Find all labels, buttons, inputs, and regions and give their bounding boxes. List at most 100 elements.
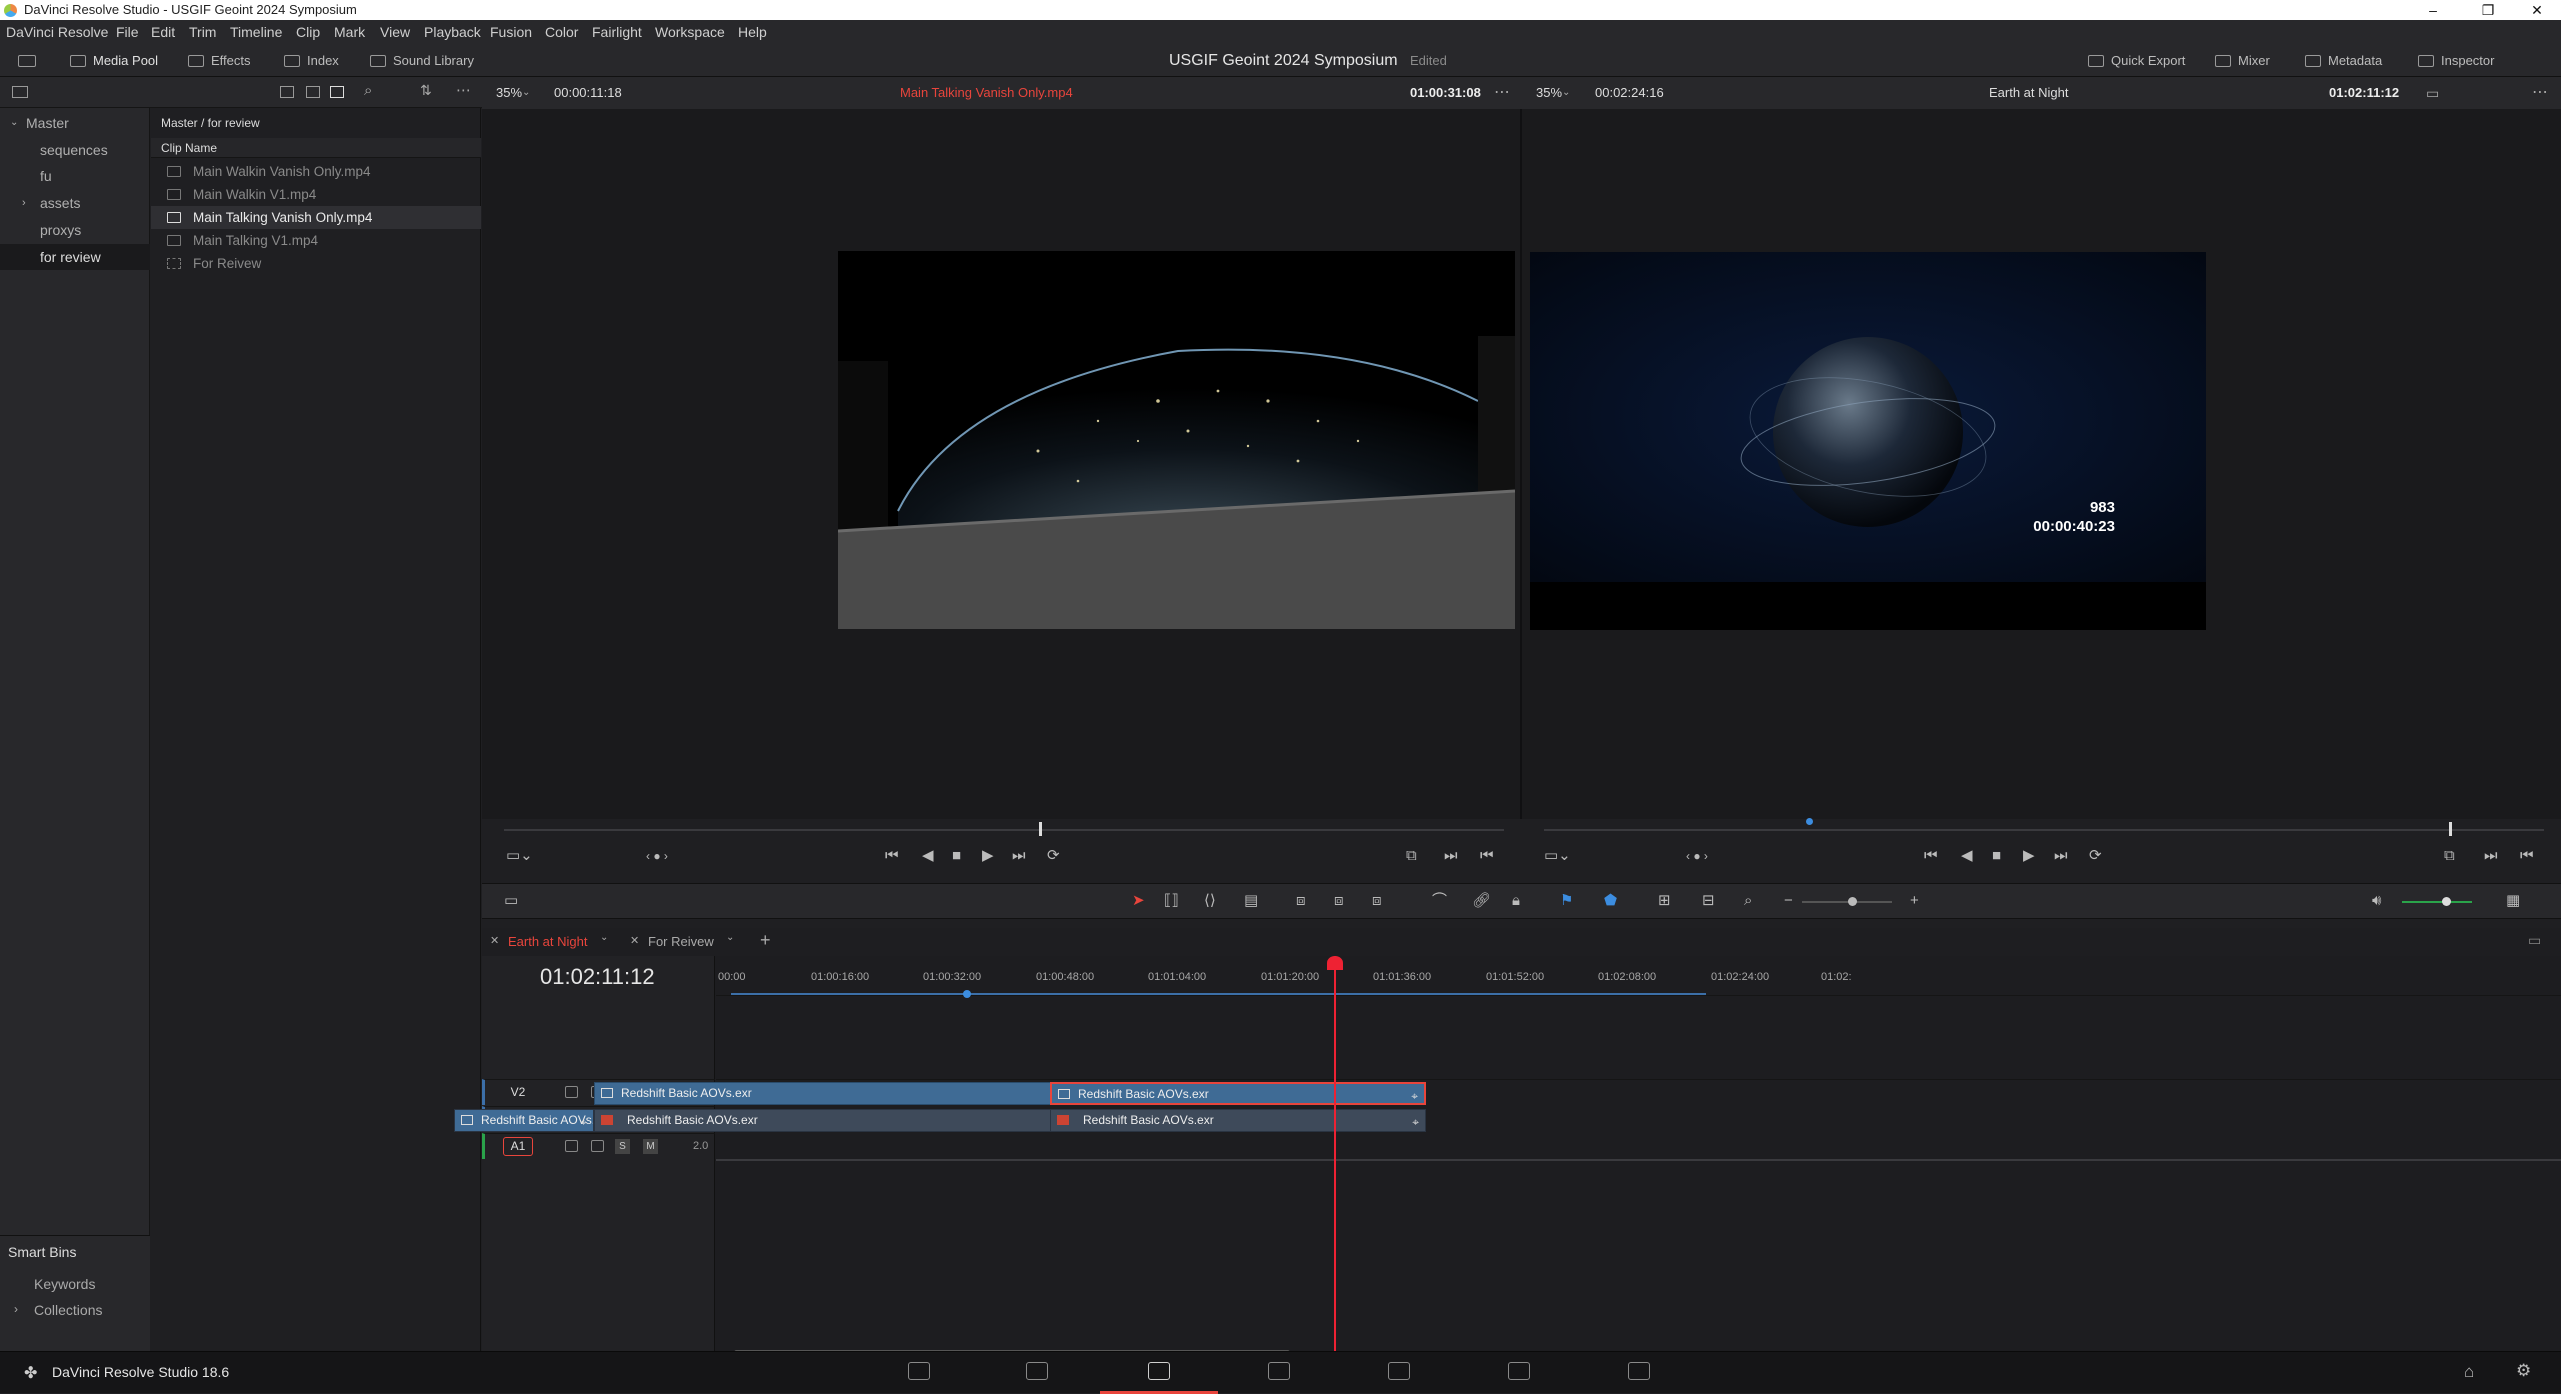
sort-icon[interactable]: ⇅ [420,82,432,99]
bin-list-toggle-icon[interactable] [12,86,28,98]
lock-icon[interactable] [565,1140,578,1152]
maximize-icon[interactable]: ❐ [2465,0,2511,20]
menu-davinci-resolve[interactable]: DaVinci Resolve [6,20,108,44]
panel-toggle-icon[interactable] [18,44,43,77]
play-reverse-icon[interactable]: ◀ [1961,843,1973,869]
viewer-divider[interactable] [1520,109,1522,819]
timeline-view-options-icon[interactable]: ▭⌄ [1544,843,1571,869]
source-viewer-frame[interactable] [838,251,1515,629]
lock-icon[interactable] [565,1086,578,1098]
source-clip-name[interactable]: Main Talking Vanish Only.mp4 [900,77,1073,109]
timeline-jog-control[interactable]: ‹ ● › [1686,843,1708,869]
menu-playback[interactable]: Playback [424,20,481,44]
menu-fusion[interactable]: Fusion [490,20,532,44]
stop-icon[interactable]: ■ [952,843,961,869]
menu-clip[interactable]: Clip [296,20,320,44]
search-icon[interactable]: ⌕ [364,82,372,99]
close-tab-icon[interactable]: ✕ [490,934,499,947]
timeline-name-select[interactable]: Earth at Night [1989,77,2069,109]
source-zoom-select[interactable]: 35% [496,77,522,109]
insert-clip-icon[interactable]: ⧈ [1296,888,1306,914]
go-to-start-icon[interactable]: ⏮ [1924,843,1938,869]
menu-edit[interactable]: Edit [151,20,175,44]
zoom-detail-icon[interactable]: ⊟ [1702,888,1715,914]
list-item[interactable]: For Reivew [151,252,481,275]
menu-file[interactable]: File [116,20,139,44]
column-header-clip-name[interactable]: Clip Name [151,138,481,158]
menu-workspace[interactable]: Workspace [655,20,725,44]
metadata-button[interactable]: Metadata [2305,44,2382,77]
home-icon[interactable]: ⌂ [2464,1362,2474,1382]
timeline-viewer-frame[interactable]: 983 00:00:40:23 [1530,252,2206,630]
dynamic-trim-icon[interactable]: ⟨⟩ [1204,888,1216,914]
source-options-icon[interactable]: ⋯ [1494,77,1510,109]
volume-slider-handle[interactable] [2442,897,2451,906]
close-tab-icon[interactable]: ✕ [630,934,639,947]
bin-item[interactable]: proxys [0,217,150,243]
zoom-slider-handle[interactable] [1848,897,1857,906]
bin-item[interactable]: sequences [0,137,150,163]
loop-icon[interactable]: ⟳ [2089,843,2102,869]
go-to-end-icon[interactable]: ⏭ [1012,843,1026,869]
playhead-handle[interactable] [1327,956,1343,970]
media-page-icon[interactable] [908,1362,930,1380]
fairlight-page-icon[interactable] [1508,1362,1530,1380]
timeline-next-icon[interactable]: ⏭ [2484,843,2498,869]
zoom-out-icon[interactable]: − [1784,888,1793,914]
timeline-options-icon[interactable]: ⋯ [2532,77,2548,109]
timeline-scrub-handle[interactable] [2449,822,2452,836]
selection-tool-icon[interactable]: ➤ [1132,888,1145,914]
timeline-clip-v1-c[interactable]: Redshift Basic AOVs.exr ⌖ [1050,1109,1426,1132]
sound-library-button[interactable]: Sound Library [370,44,474,77]
play-icon[interactable]: ▶ [2023,843,2035,869]
tab-earth-at-night[interactable]: Earth at Night [508,934,588,949]
deliver-page-icon[interactable] [1628,1362,1650,1380]
quick-export-button[interactable]: Quick Export [2088,44,2185,77]
viewer-mode-icon[interactable]: ▭ [2426,77,2439,109]
minimize-icon[interactable]: – [2410,0,2456,20]
list-item-selected[interactable]: Main Talking Vanish Only.mp4 [151,206,481,229]
match-frame-icon[interactable]: ⧉ [1406,843,1417,869]
chevron-down-icon[interactable]: ⌄ [726,932,734,943]
go-to-end-icon[interactable]: ⏭ [2054,843,2068,869]
gear-icon[interactable]: ⚙ [2516,1361,2531,1381]
menu-view[interactable]: View [380,20,410,44]
tab-for-reivew[interactable]: For Reivew [648,934,714,949]
auto-select-icon[interactable] [591,1140,604,1152]
bin-master[interactable]: ⌄ Master [0,110,150,136]
list-item[interactable]: Main Walkin Vanish Only.mp4 [151,160,481,183]
volume-slider[interactable] [2402,901,2472,903]
marker-icon[interactable]: ⬟ [1604,888,1617,914]
smart-bin-keywords[interactable]: Keywords [34,1276,95,1292]
audio-meter-icon[interactable]: ▦ [2506,888,2520,914]
loop-icon[interactable]: ⟳ [1047,843,1060,869]
media-pool-button[interactable]: Media Pool [70,44,158,77]
track-header-a1[interactable]: A1 S M 2.0 [482,1133,715,1159]
linked-selection-icon[interactable]: 🔗︎ [1472,888,1491,914]
timeline-zoom-select[interactable]: 35% [1536,77,1562,109]
menu-fairlight[interactable]: Fairlight [592,20,642,44]
color-page-icon[interactable] [1388,1362,1410,1380]
smart-bin-collections[interactable]: Collections [34,1302,102,1318]
inspector-button[interactable]: Inspector [2418,44,2494,77]
timeline-ruler[interactable]: 00:00 01:00:16:00 01:00:32:00 01:00:48:0… [716,956,2561,998]
effects-button[interactable]: Effects [188,44,251,77]
match-frame-icon[interactable]: ⧉ [2444,843,2455,869]
zoom-in-icon[interactable]: + [1910,888,1919,914]
menu-trim[interactable]: Trim [189,20,216,44]
edit-page-icon[interactable] [1148,1362,1170,1380]
snapping-icon[interactable]: ⌒ [1432,888,1447,914]
timeline-clip-v2-b-selected[interactable]: Redshift Basic AOVs.exr ⌖ [1050,1082,1426,1105]
fusion-page-icon[interactable] [1268,1362,1290,1380]
layout-icon[interactable]: ▭ [504,888,518,914]
zoom-full-icon[interactable]: ⊞ [1658,888,1671,914]
replace-clip-icon[interactable]: ⧈ [1372,888,1382,914]
source-prev-icon[interactable]: ⏮ [1480,843,1494,869]
play-reverse-icon[interactable]: ◀ [922,843,934,869]
bin-item[interactable]: fu [0,163,150,189]
timeline-scrub-bar[interactable] [1544,829,2544,831]
thumbnail-view-icon[interactable] [280,86,294,98]
list-item[interactable]: Main Walkin V1.mp4 [151,183,481,206]
menu-color[interactable]: Color [545,20,578,44]
source-scrub-bar[interactable] [504,829,1504,831]
